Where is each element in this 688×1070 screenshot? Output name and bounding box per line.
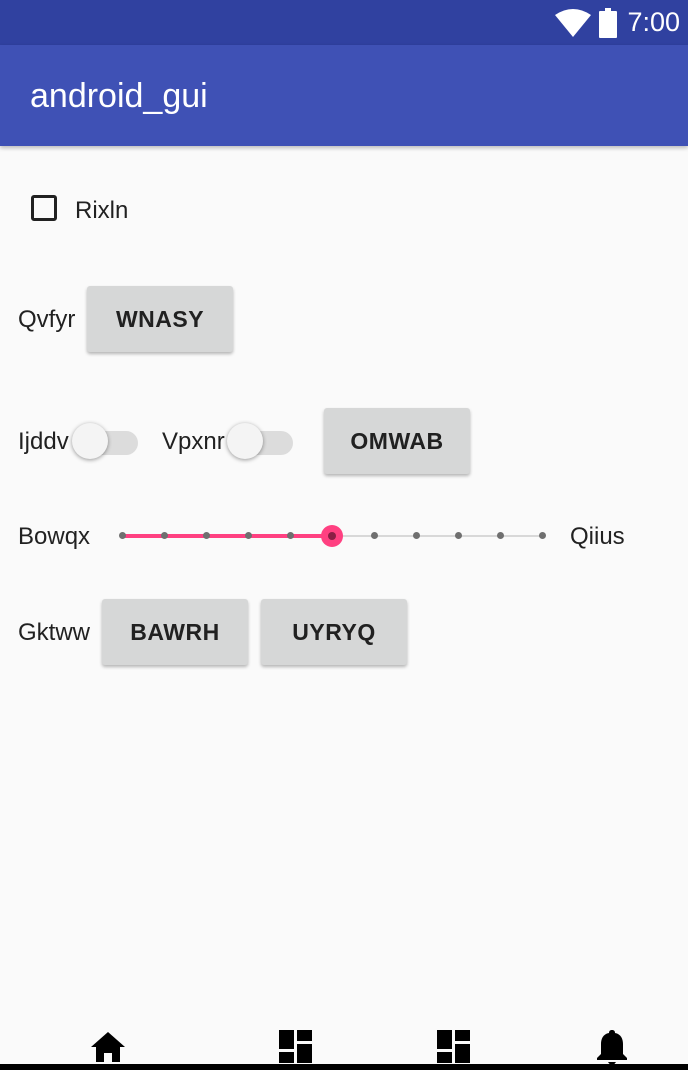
bowqx-label: Bowqx bbox=[18, 523, 91, 550]
status-time: 7:00 bbox=[627, 7, 680, 37]
seekbar-tick bbox=[202, 532, 210, 539]
qvfyr-label: Qvfyr bbox=[18, 306, 76, 333]
system-nav-bar bbox=[0, 1064, 688, 1070]
seekbar-tick bbox=[286, 532, 294, 539]
home-icon[interactable] bbox=[88, 1028, 128, 1068]
ijddv-label: Ijddv bbox=[18, 428, 69, 455]
seekbar-tick bbox=[454, 532, 462, 539]
battery-icon bbox=[599, 7, 618, 38]
omwab-button[interactable]: OMWAB bbox=[324, 408, 470, 474]
seekbar-tick bbox=[244, 532, 252, 539]
gktww-label: Gktww bbox=[18, 619, 90, 646]
seekbar-progress bbox=[122, 534, 332, 538]
switch-thumb[interactable] bbox=[227, 423, 263, 459]
rixln-checkbox[interactable] bbox=[31, 195, 57, 221]
seekbar-tick bbox=[160, 532, 168, 539]
seekbar[interactable] bbox=[110, 516, 555, 556]
switch-thumb[interactable] bbox=[72, 423, 108, 459]
seekbar-tick bbox=[370, 532, 378, 539]
seekbar-tick bbox=[496, 532, 504, 539]
ijddv-switch[interactable] bbox=[72, 421, 142, 461]
seekbar-tick bbox=[412, 532, 420, 539]
status-bar: 7:00 bbox=[0, 0, 688, 45]
app-bar: android_gui bbox=[0, 45, 688, 146]
seekbar-tick bbox=[118, 532, 126, 539]
qiius-label: Qiius bbox=[570, 523, 625, 550]
checkbox-label[interactable]: Rixln bbox=[75, 197, 128, 225]
vpxnr-switch[interactable] bbox=[227, 421, 297, 461]
seekbar-tick bbox=[538, 532, 546, 539]
bawrh-button[interactable]: BAWRH bbox=[102, 599, 248, 665]
uyryq-button[interactable]: UYRYQ bbox=[261, 599, 407, 665]
bottom-navigation bbox=[0, 1010, 688, 1070]
vpxnr-label: Vpxnr bbox=[162, 428, 225, 455]
dashboard-icon[interactable] bbox=[433, 1028, 473, 1068]
dashboard-icon[interactable] bbox=[275, 1028, 315, 1068]
app-title: android_gui bbox=[30, 77, 208, 115]
wifi-icon bbox=[555, 8, 592, 37]
wnasy-button[interactable]: WNASY bbox=[87, 286, 233, 352]
notifications-icon[interactable] bbox=[592, 1028, 632, 1068]
seekbar-thumb[interactable] bbox=[321, 525, 343, 547]
